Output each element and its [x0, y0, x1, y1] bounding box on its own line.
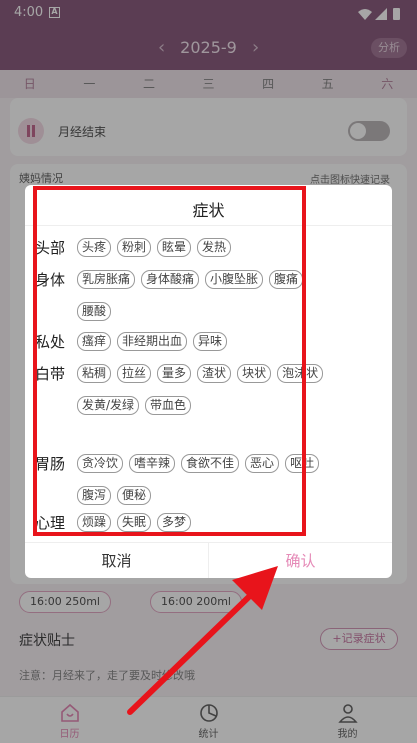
annotation-arrow-icon — [127, 566, 278, 715]
